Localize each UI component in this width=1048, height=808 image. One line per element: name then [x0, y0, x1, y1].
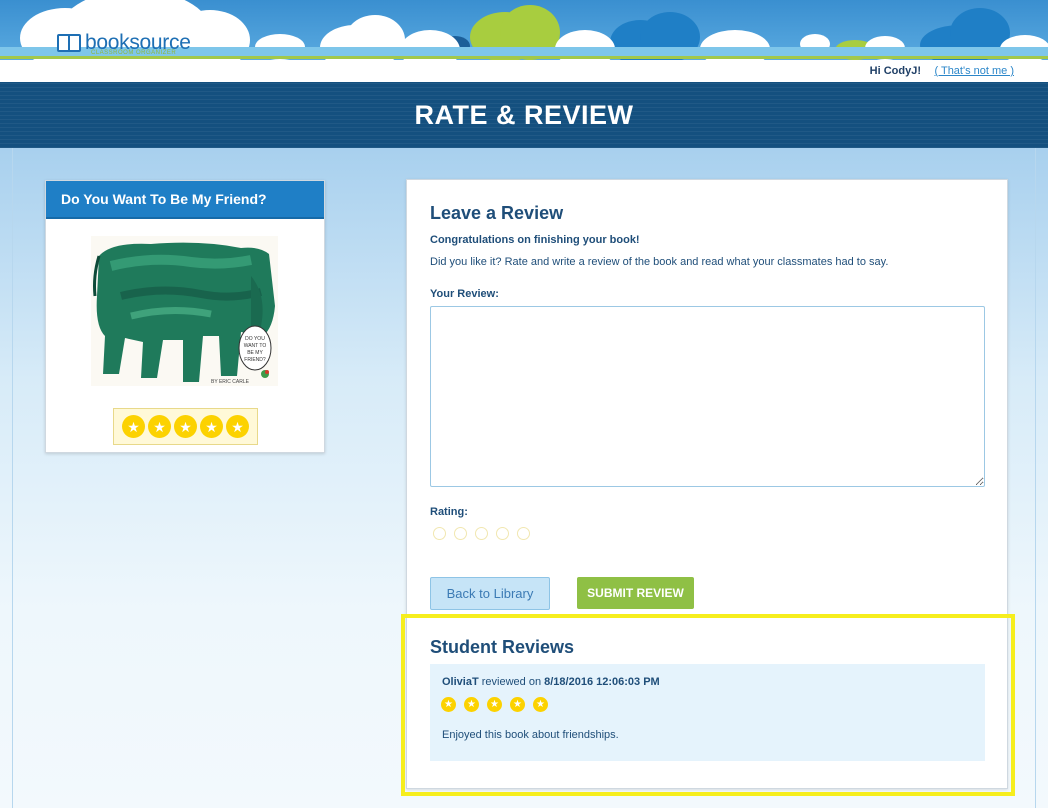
rating-option-3[interactable]: [475, 527, 488, 540]
star-icon: ★: [464, 697, 479, 712]
rating-option-2[interactable]: [454, 527, 467, 540]
submit-review-button[interactable]: SUBMIT REVIEW: [577, 577, 694, 609]
review-verb: reviewed on: [478, 676, 545, 688]
star-icon: ★: [441, 697, 456, 712]
book-card: Do You Want To Be My Friend? DO YOU WANT…: [45, 180, 325, 453]
booksource-logo[interactable]: booksource CLASSROOM ORGANIZER: [57, 30, 191, 56]
rating-option-4[interactable]: [496, 527, 509, 540]
star-icon: ★: [510, 697, 525, 712]
site-header: booksource CLASSROOM ORGANIZER: [0, 0, 1048, 60]
not-me-link[interactable]: ( That's not me ): [934, 65, 1014, 77]
svg-text:BE MY: BE MY: [247, 350, 263, 356]
star-icon: ★: [487, 697, 502, 712]
student-reviews-section: Student Reviews OliviaT reviewed on 8/18…: [407, 621, 1007, 789]
star-icon: ★: [200, 415, 223, 438]
review-textarea[interactable]: [430, 306, 985, 487]
svg-text:BY ERIC CARLE: BY ERIC CARLE: [211, 379, 250, 385]
open-book-icon: [57, 34, 81, 52]
book-title: Do You Want To Be My Friend?: [46, 181, 324, 219]
svg-text:WANT TO: WANT TO: [244, 343, 267, 349]
rating-label: Rating:: [430, 506, 468, 518]
book-cover-image: DO YOU WANT TO BE MY FRIEND? BY ERIC CAR…: [91, 236, 278, 386]
review-rating-stars: ★ ★ ★ ★ ★: [441, 697, 548, 712]
star-icon: ★: [148, 415, 171, 438]
review-meta: OliviaT reviewed on 8/18/2016 12:06:03 P…: [442, 676, 660, 688]
user-greeting: Hi CodyJ!: [869, 65, 921, 77]
rating-option-5[interactable]: [517, 527, 530, 540]
page-title-band: RATE & REVIEW: [0, 82, 1048, 148]
star-icon: ★: [226, 415, 249, 438]
review-date: 8/18/2016 12:06:03 PM: [544, 676, 660, 688]
student-reviews-heading: Student Reviews: [430, 637, 575, 657]
book-rating-stars: ★ ★ ★ ★ ★: [113, 408, 258, 445]
leave-review-heading: Leave a Review: [430, 203, 564, 223]
review-text: Enjoyed this book about friendships.: [442, 729, 619, 741]
star-icon: ★: [533, 697, 548, 712]
elephant-illustration: DO YOU WANT TO BE MY FRIEND? BY ERIC CAR…: [91, 236, 278, 386]
svg-text:FRIEND?: FRIEND?: [244, 357, 266, 363]
reviewer-name: OliviaT: [442, 676, 479, 688]
back-to-library-button[interactable]: Back to Library: [430, 577, 550, 610]
svg-text:DO YOU: DO YOU: [245, 336, 265, 342]
review-item: OliviaT reviewed on 8/18/2016 12:06:03 P…: [430, 664, 985, 761]
rating-input[interactable]: [433, 527, 530, 540]
rating-option-1[interactable]: [433, 527, 446, 540]
star-icon: ★: [174, 415, 197, 438]
brand-tagline: CLASSROOM ORGANIZER: [91, 50, 177, 56]
star-icon: ★: [122, 415, 145, 438]
review-panel: Leave a Review Congratulations on finish…: [406, 179, 1008, 789]
review-intro: Did you like it? Rate and write a review…: [430, 256, 889, 268]
your-review-label: Your Review:: [430, 288, 499, 300]
page-title: RATE & REVIEW: [414, 99, 634, 130]
user-bar: Hi CodyJ! ( That's not me ): [0, 60, 1048, 82]
congrats-message: Congratulations on finishing your book!: [430, 234, 640, 246]
